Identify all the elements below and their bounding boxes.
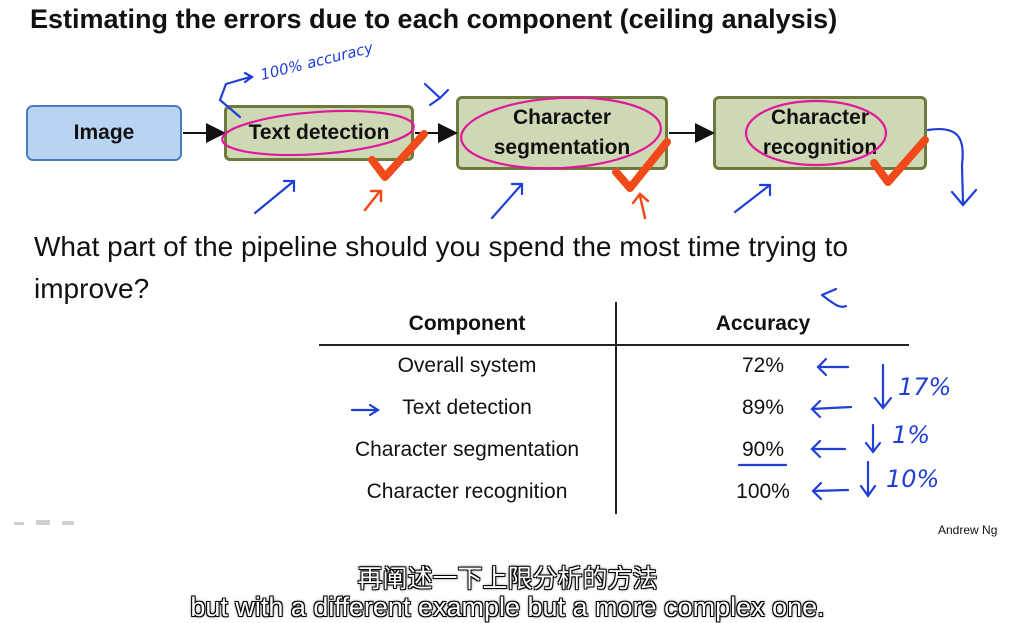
magenta-ellipses xyxy=(221,96,888,170)
note-100-accuracy: 100% accuracy xyxy=(259,38,376,84)
grey-marks xyxy=(14,520,74,525)
note-diff-17: 17% xyxy=(898,373,951,401)
red-up-arrows xyxy=(363,189,650,220)
blue-ink xyxy=(218,71,978,501)
note-diff-10: 10% xyxy=(886,465,939,493)
handwritten-notes: 100% accuracy 17% 1% 10% xyxy=(259,38,952,493)
annotation-layer: 100% accuracy 17% 1% 10% xyxy=(14,38,978,525)
subtitle-english: but with a different example but a more … xyxy=(190,592,825,622)
note-diff-1: 1% xyxy=(892,421,930,449)
subtitle-chinese: 再阐述一下上限分析的方法 xyxy=(357,565,658,593)
check-marks xyxy=(368,130,929,192)
